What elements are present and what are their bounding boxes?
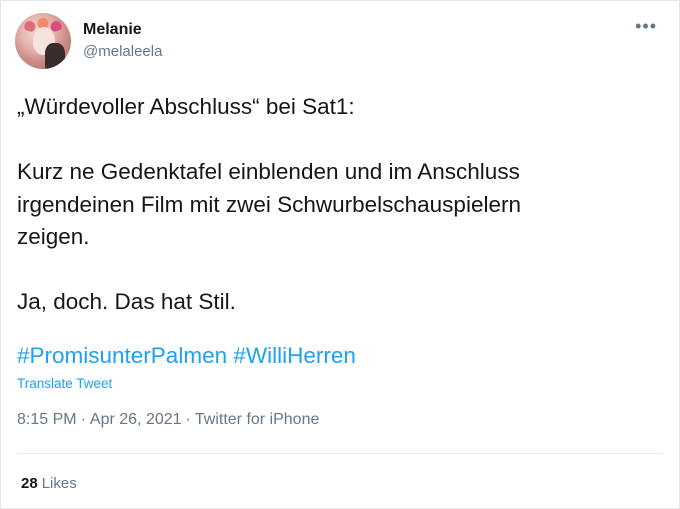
- divider: [17, 453, 663, 454]
- likes-count: 28: [21, 475, 38, 492]
- likes-stat[interactable]: 28 Likes: [21, 475, 77, 492]
- display-name[interactable]: Melanie: [83, 20, 162, 40]
- tweet-time[interactable]: 8:15 PM: [17, 411, 77, 428]
- tweet-source[interactable]: Twitter for iPhone: [195, 411, 320, 428]
- tweet-date[interactable]: Apr 26, 2021: [90, 411, 182, 428]
- avatar-hair: [45, 43, 65, 69]
- hashtag-link[interactable]: #PromisunterPalmen: [17, 343, 227, 368]
- user-names: Melanie @melaleela: [83, 20, 162, 62]
- tweet-meta: 8:15 PM · Apr 26, 2021 · Twitter for iPhone: [17, 411, 319, 429]
- meta-separator: ·: [185, 411, 191, 428]
- user-handle[interactable]: @melaleela: [83, 42, 162, 62]
- hashtags: #PromisunterPalmen #WilliHerren: [17, 341, 356, 371]
- tweet-card: Melanie @melaleela ••• „Würdevoller Absc…: [0, 0, 680, 509]
- tweet-header: Melanie @melaleela: [15, 13, 162, 69]
- avatar[interactable]: [15, 13, 71, 69]
- meta-separator: ·: [80, 411, 86, 428]
- likes-label: Likes: [41, 475, 77, 492]
- hashtag-link[interactable]: #WilliHerren: [233, 343, 356, 368]
- tweet-text: „Würdevoller Abschluss“ bei Sat1: Kurz n…: [17, 94, 521, 314]
- translate-tweet-link[interactable]: Translate Tweet: [17, 376, 112, 391]
- more-horizontal-icon[interactable]: •••: [635, 17, 657, 35]
